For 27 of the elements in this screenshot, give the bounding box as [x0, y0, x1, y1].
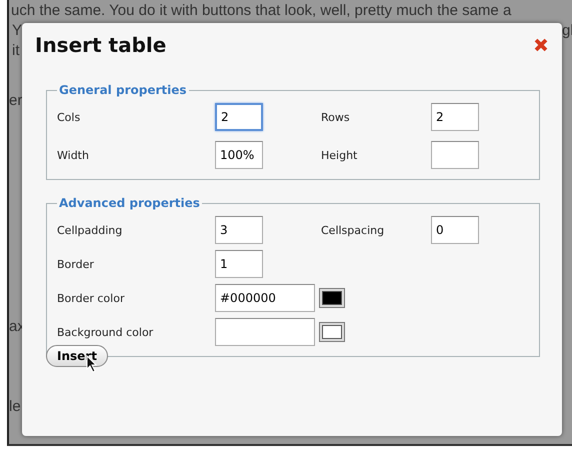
- field-label: Background color: [57, 326, 154, 338]
- input-field[interactable]: 3: [215, 216, 263, 244]
- close-icon[interactable]: [532, 36, 550, 54]
- background-text: le: [9, 398, 21, 415]
- input-field[interactable]: [215, 318, 315, 346]
- input-field[interactable]: [431, 141, 479, 169]
- section-legend: Advanced properties: [57, 196, 202, 210]
- background-text: it: [12, 42, 20, 59]
- field-label: Height: [321, 148, 358, 162]
- input-field[interactable]: #000000: [215, 284, 315, 312]
- field-label: Rows: [321, 110, 351, 124]
- input-field[interactable]: 2: [215, 103, 263, 131]
- background-text: er: [9, 92, 22, 109]
- input-field[interactable]: 2: [431, 103, 479, 131]
- field-label: Cols: [57, 110, 82, 124]
- background-text: uch the same. You do it with buttons that look, well, pretty much the same a: [11, 2, 512, 19]
- section-legend: General properties: [57, 83, 189, 97]
- field-label: Width: [57, 148, 90, 162]
- input-field[interactable]: 0: [431, 216, 479, 244]
- field-label: Cellspacing: [321, 224, 386, 236]
- input-field[interactable]: 1: [215, 250, 263, 278]
- input-field[interactable]: 100%: [215, 141, 263, 169]
- field-label: Border color: [57, 292, 126, 304]
- background-text: Y: [12, 22, 22, 39]
- field-label: Cellpadding: [57, 224, 124, 236]
- field-label: Border: [57, 258, 95, 270]
- dialog-title: Insert table: [35, 33, 166, 57]
